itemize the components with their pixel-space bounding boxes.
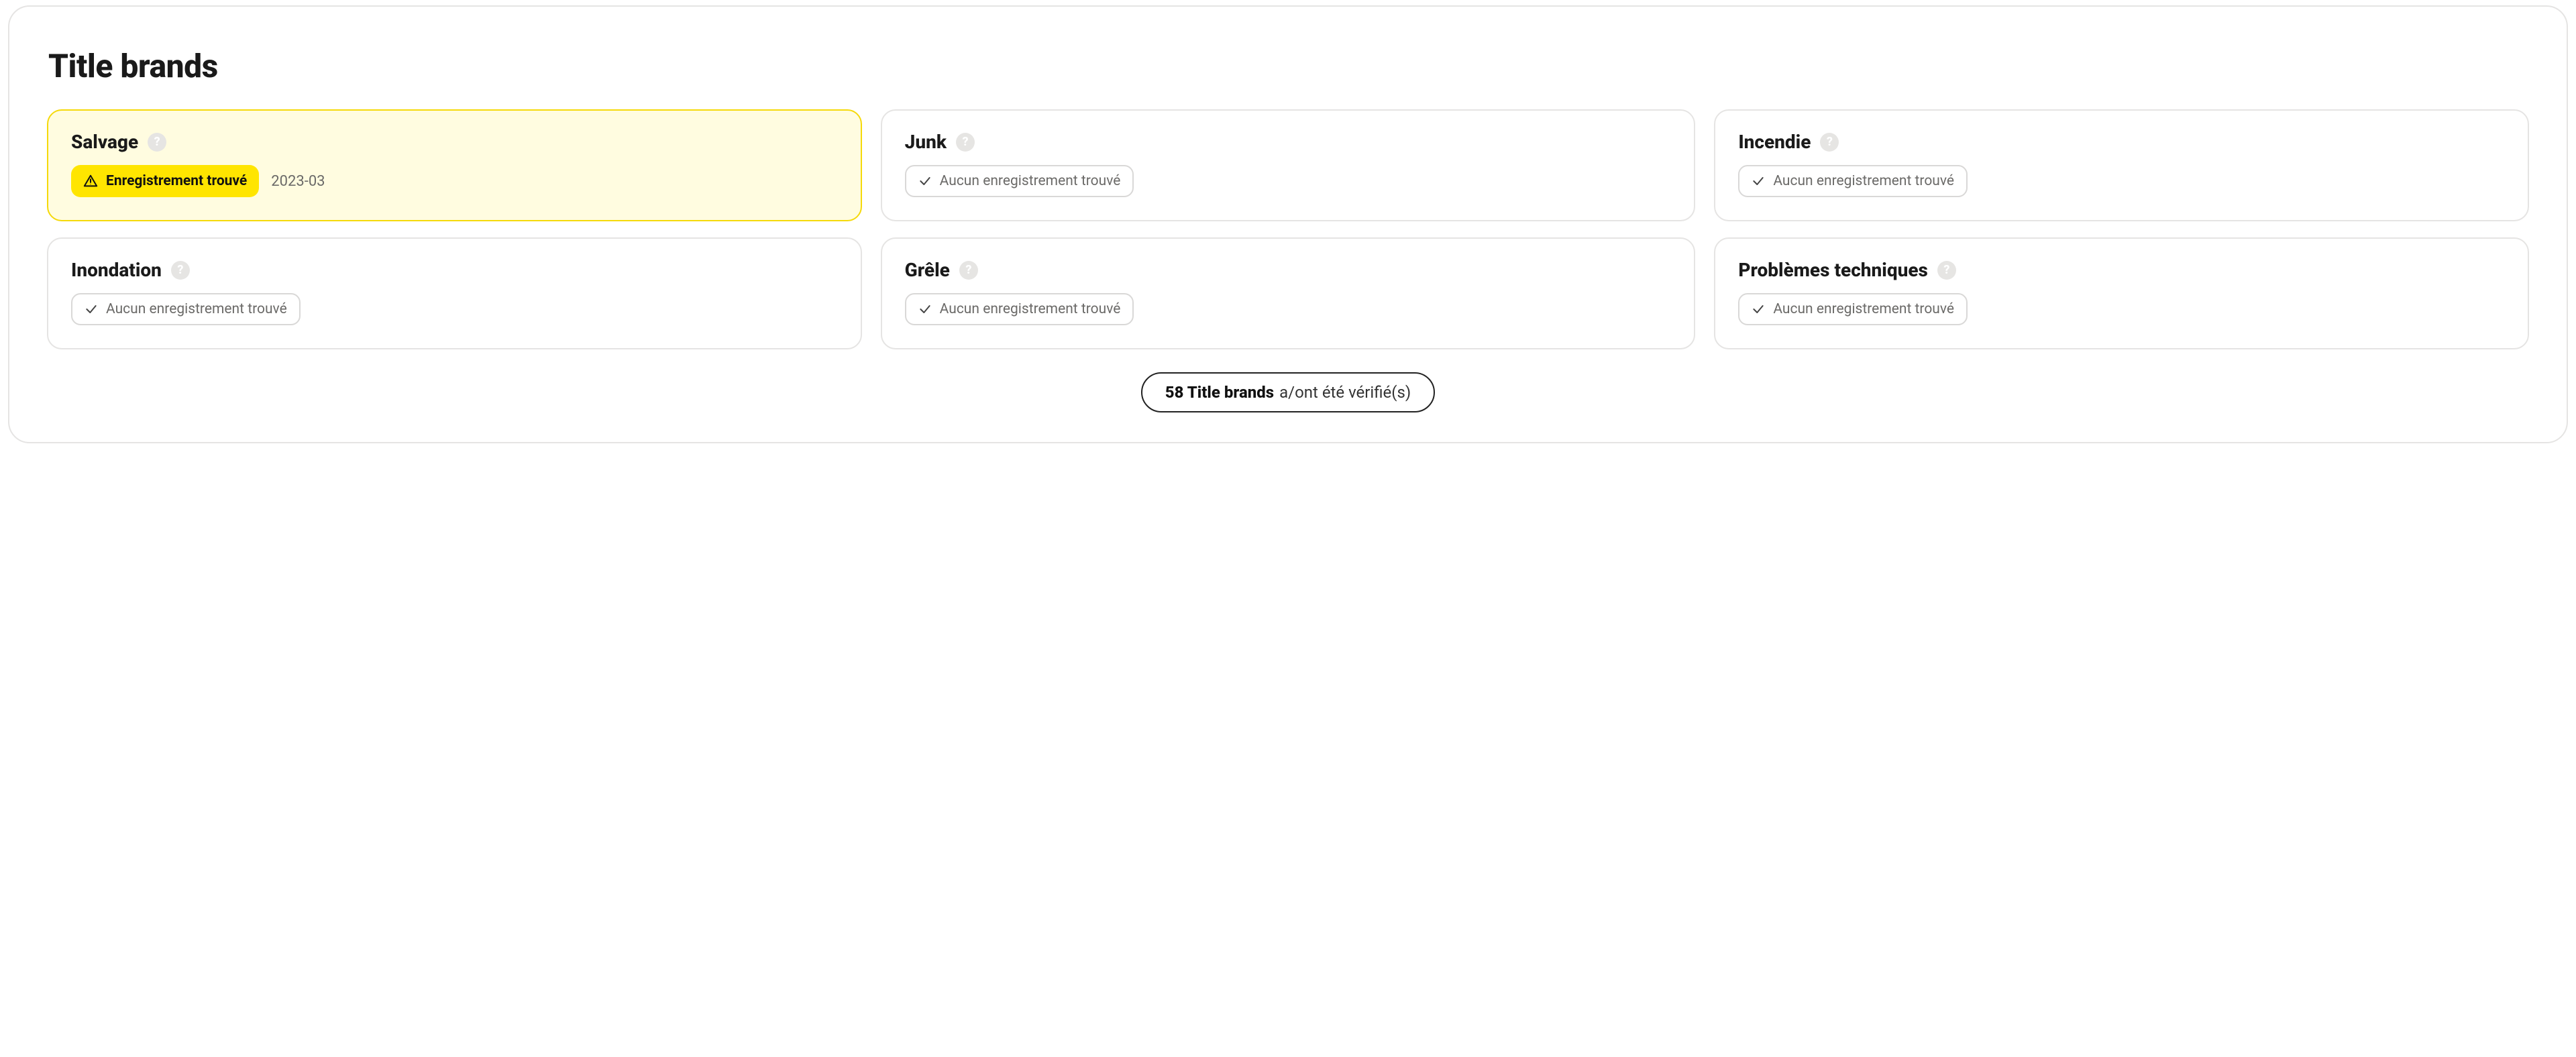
card-label: Inondation (71, 259, 162, 281)
check-icon (918, 302, 932, 316)
card-head: Junk (905, 131, 1672, 153)
card-technical[interactable]: Problèmes techniques Aucun enregistremen… (1714, 237, 2529, 349)
status-badge-none: Aucun enregistrement trouvé (905, 165, 1134, 197)
status-row: Aucun enregistrement trouvé (905, 293, 1672, 325)
cards-grid: Salvage Enregistrement trouvé 2023-03 (47, 109, 2529, 349)
card-label: Incendie (1738, 131, 1811, 153)
summary-suffix: a/ont été vérifié(s) (1279, 383, 1411, 402)
status-row: Aucun enregistrement trouvé (1738, 293, 2505, 325)
card-hail[interactable]: Grêle Aucun enregistrement trouvé (881, 237, 1696, 349)
check-icon (918, 174, 932, 188)
title-brands-panel: Title brands Salvage Enregistrement (8, 5, 2568, 443)
card-head: Incendie (1738, 131, 2505, 153)
help-icon[interactable] (171, 261, 190, 280)
status-text: Aucun enregistrement trouvé (106, 301, 287, 317)
card-label: Problèmes techniques (1738, 259, 1928, 281)
card-head: Salvage (71, 131, 838, 153)
status-row: Aucun enregistrement trouvé (905, 165, 1672, 197)
status-text: Aucun enregistrement trouvé (940, 173, 1121, 189)
help-icon[interactable] (956, 133, 975, 152)
card-salvage[interactable]: Salvage Enregistrement trouvé 2023-03 (47, 109, 862, 221)
help-icon[interactable] (959, 261, 978, 280)
check-icon (85, 302, 98, 316)
card-label: Salvage (71, 131, 138, 153)
section-title: Title brands (48, 47, 2529, 85)
card-head: Inondation (71, 259, 838, 281)
status-text: Aucun enregistrement trouvé (1773, 173, 1954, 189)
card-flood[interactable]: Inondation Aucun enregistrement trouvé (47, 237, 862, 349)
warning-icon (83, 174, 98, 188)
summary-footer: 58 Title brands a/ont été vérifié(s) (47, 372, 2529, 412)
status-badge-none: Aucun enregistrement trouvé (1738, 293, 1968, 325)
help-icon[interactable] (1937, 261, 1956, 280)
summary-label: Title brands (1187, 383, 1274, 402)
summary-count: 58 (1165, 383, 1184, 402)
help-icon[interactable] (1820, 133, 1839, 152)
status-text: Aucun enregistrement trouvé (940, 301, 1121, 317)
help-icon[interactable] (148, 133, 166, 152)
status-row: Enregistrement trouvé 2023-03 (71, 165, 838, 197)
record-date: 2023-03 (271, 173, 325, 190)
card-junk[interactable]: Junk Aucun enregistrement trouvé (881, 109, 1696, 221)
card-fire[interactable]: Incendie Aucun enregistrement trouvé (1714, 109, 2529, 221)
status-badge-found: Enregistrement trouvé (71, 165, 259, 197)
status-text: Enregistrement trouvé (106, 173, 247, 189)
summary-pill[interactable]: 58 Title brands a/ont été vérifié(s) (1141, 372, 1435, 412)
status-row: Aucun enregistrement trouvé (1738, 165, 2505, 197)
status-badge-none: Aucun enregistrement trouvé (905, 293, 1134, 325)
card-label: Junk (905, 131, 947, 153)
check-icon (1752, 174, 1765, 188)
status-row: Aucun enregistrement trouvé (71, 293, 838, 325)
check-icon (1752, 302, 1765, 316)
status-text: Aucun enregistrement trouvé (1773, 301, 1954, 317)
status-badge-none: Aucun enregistrement trouvé (71, 293, 301, 325)
status-badge-none: Aucun enregistrement trouvé (1738, 165, 1968, 197)
card-head: Grêle (905, 259, 1672, 281)
card-label: Grêle (905, 259, 950, 281)
card-head: Problèmes techniques (1738, 259, 2505, 281)
